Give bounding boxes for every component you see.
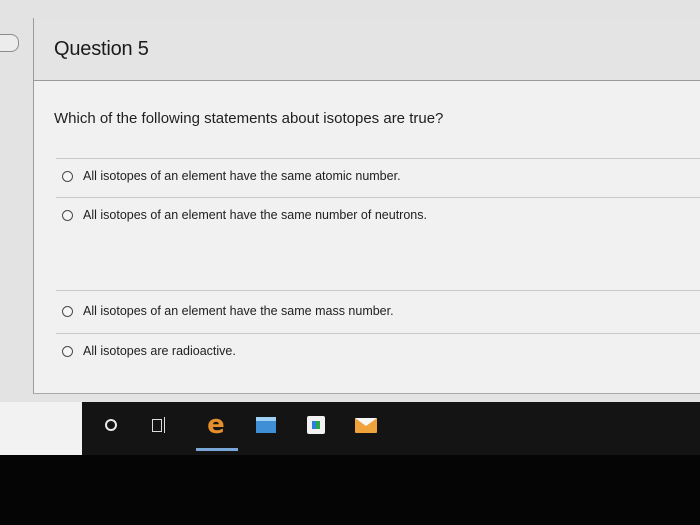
question-text: Which of the following statements about … xyxy=(54,110,444,127)
option-label: All isotopes are radioactive. xyxy=(83,344,236,358)
question-card: Question 5 Which of the following statem… xyxy=(33,18,700,394)
store-icon[interactable] xyxy=(303,412,329,438)
radio-button[interactable] xyxy=(62,345,73,357)
option-divider xyxy=(56,290,700,291)
active-app-indicator xyxy=(196,448,238,451)
edge-browser-icon[interactable]: e xyxy=(203,412,229,438)
option-label: All isotopes of an element have the same… xyxy=(83,169,401,183)
mail-icon[interactable] xyxy=(353,412,379,438)
option-mass-number[interactable]: All isotopes of an element have the same… xyxy=(62,300,394,322)
option-label: All isotopes of an element have the same… xyxy=(83,304,394,318)
file-explorer-icon[interactable] xyxy=(253,412,279,438)
screen: Question 5 Which of the following statem… xyxy=(0,0,700,455)
option-divider xyxy=(56,197,700,198)
option-divider xyxy=(56,158,700,159)
radio-button[interactable] xyxy=(62,170,73,182)
taskbar-glare xyxy=(0,402,82,455)
option-atomic-number[interactable]: All isotopes of an element have the same… xyxy=(62,165,401,187)
radio-button[interactable] xyxy=(62,209,73,221)
question-header: Question 5 xyxy=(34,18,700,81)
option-neutrons[interactable]: All isotopes of an element have the same… xyxy=(62,204,427,226)
task-view-icon[interactable] xyxy=(148,412,174,438)
radio-button[interactable] xyxy=(62,305,73,317)
cortana-circle-icon[interactable] xyxy=(98,412,124,438)
collapse-tab-icon[interactable] xyxy=(0,34,19,52)
option-radioactive[interactable]: All isotopes are radioactive. xyxy=(62,340,236,362)
option-label: All isotopes of an element have the same… xyxy=(83,208,427,222)
option-divider xyxy=(56,333,700,334)
monitor-bezel xyxy=(0,455,700,525)
question-title: Question 5 xyxy=(54,38,149,60)
